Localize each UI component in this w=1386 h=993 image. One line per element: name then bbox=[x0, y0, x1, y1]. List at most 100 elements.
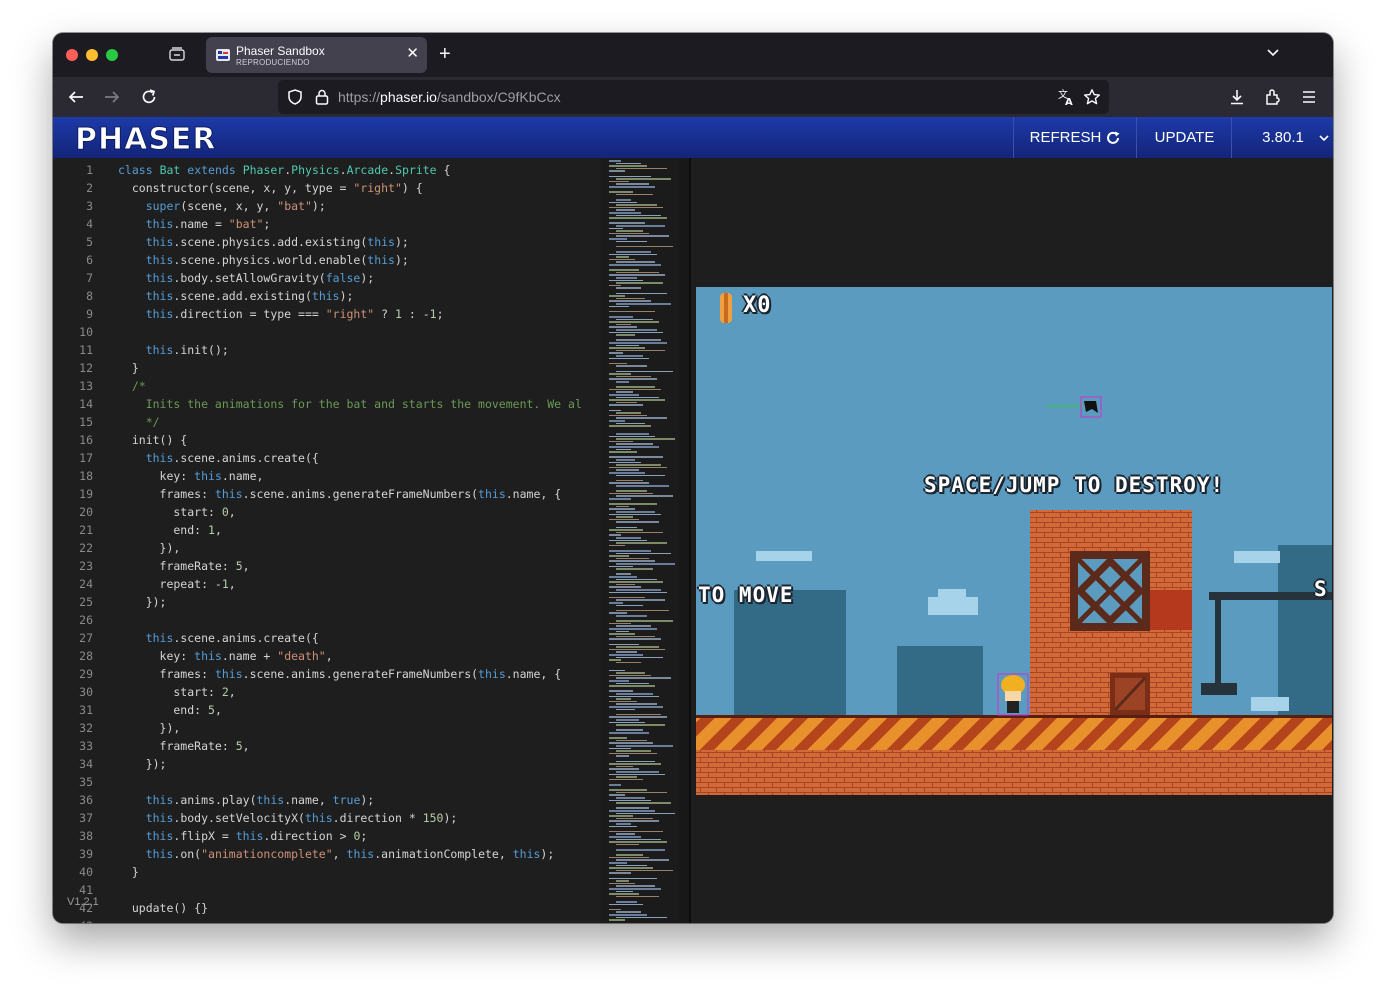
code-line[interactable]: start: 0, bbox=[118, 503, 235, 521]
minimap-line bbox=[616, 672, 645, 674]
move-hint-text: TO MOVE bbox=[698, 583, 794, 607]
tabs-icon[interactable] bbox=[169, 47, 185, 61]
line-number: 12 bbox=[79, 361, 93, 375]
minimap-line bbox=[616, 755, 629, 757]
code-line[interactable]: this.flipX = this.direction > 0; bbox=[118, 827, 368, 845]
code-line[interactable]: repeat: -1, bbox=[118, 575, 236, 593]
line-number: 5 bbox=[86, 235, 93, 249]
code-line[interactable]: } bbox=[118, 863, 139, 881]
code-line[interactable]: Inits the animations for the bat and sta… bbox=[118, 395, 582, 413]
minimap-line bbox=[609, 227, 623, 230]
code-line[interactable]: this.init(); bbox=[118, 341, 229, 359]
close-icon[interactable]: ✕ bbox=[406, 46, 419, 62]
minimap-line bbox=[609, 643, 639, 646]
version-label: 3.80.1 bbox=[1262, 129, 1304, 146]
minimap-line bbox=[616, 708, 635, 711]
minimap-line bbox=[609, 659, 621, 661]
code-line[interactable]: this.body.setAllowGravity(false); bbox=[118, 269, 375, 287]
plus-icon[interactable]: + bbox=[439, 43, 451, 65]
reload-icon[interactable] bbox=[139, 87, 159, 107]
code-line[interactable]: this.scene.anims.create({ bbox=[118, 449, 319, 467]
url-bar[interactable]: https://phaser.io/sandbox/C9fKbCcx 文 A bbox=[278, 80, 1109, 114]
code-line[interactable]: frames: this.scene.anims.generateFrameNu… bbox=[118, 665, 562, 683]
tab-phaser-sandbox[interactable]: Phaser Sandbox REPRODUCIENDO ✕ bbox=[206, 37, 427, 73]
code-line[interactable]: this.on("animationcomplete", this.animat… bbox=[118, 845, 555, 863]
code-line[interactable]: class Bat extends Phaser.Physics.Arcade.… bbox=[118, 161, 450, 179]
code-line[interactable]: this.scene.anims.create({ bbox=[118, 629, 319, 647]
minimap-line bbox=[616, 713, 661, 716]
phaser-header: PHASER REFRESH UPDATE 3.80.1 bbox=[53, 117, 1333, 158]
minimap-line bbox=[609, 316, 633, 318]
code-editor[interactable]: 1 2 3 4 5 6 7 8 9 10 11 12 13 14 15 16 17 18 19 20 21 22 23 24 2… bbox=[53, 158, 601, 923]
maximize-window-button[interactable] bbox=[106, 49, 118, 61]
code-line[interactable]: this.scene.add.existing(this); bbox=[118, 287, 354, 305]
game-canvas[interactable]: X0 SPACE/JUMP TO DESTROY! TO MOVE S bbox=[696, 287, 1332, 795]
minimap-line bbox=[609, 160, 621, 162]
code-minimap[interactable] bbox=[601, 158, 679, 923]
code-line[interactable]: this.name = "bat"; bbox=[118, 215, 271, 233]
code-line[interactable]: start: 2, bbox=[118, 683, 235, 701]
minimap-line bbox=[616, 625, 651, 627]
minimap-line bbox=[609, 503, 657, 505]
minimap-line bbox=[609, 232, 649, 235]
code-line[interactable]: frames: this.scene.anims.generateFrameNu… bbox=[118, 485, 562, 503]
code-area[interactable]: class Bat extends Phaser.Physics.Arcade.… bbox=[118, 158, 601, 923]
minimap-line bbox=[609, 409, 621, 412]
minimize-window-button[interactable] bbox=[86, 49, 98, 61]
forward-arrow-icon[interactable] bbox=[102, 87, 122, 107]
minimap-line bbox=[616, 739, 647, 742]
code-line[interactable]: this.direction = type === "right" ? 1 : … bbox=[118, 305, 444, 323]
shield-icon[interactable] bbox=[286, 88, 304, 106]
code-line[interactable]: end: 5, bbox=[118, 701, 222, 719]
minimap-line bbox=[616, 797, 645, 799]
back-arrow-icon[interactable] bbox=[66, 87, 86, 107]
code-line[interactable]: update() {} bbox=[118, 899, 208, 917]
lock-icon[interactable] bbox=[314, 88, 330, 106]
code-line[interactable]: }); bbox=[118, 593, 167, 611]
extensions-icon[interactable] bbox=[1263, 87, 1283, 107]
chevron-down-icon[interactable] bbox=[1265, 45, 1281, 61]
minimap-line bbox=[609, 706, 663, 708]
code-line[interactable]: /* bbox=[118, 377, 146, 395]
code-line[interactable]: */ bbox=[118, 413, 160, 431]
update-label: UPDATE bbox=[1154, 129, 1215, 146]
refresh-button[interactable]: REFRESH bbox=[1013, 117, 1137, 158]
minimap-line bbox=[609, 877, 657, 880]
update-button[interactable]: UPDATE bbox=[1136, 117, 1232, 158]
menu-icon[interactable] bbox=[1299, 87, 1319, 107]
code-line[interactable]: }), bbox=[118, 719, 181, 737]
code-line[interactable]: init() { bbox=[118, 431, 187, 449]
code-line[interactable]: key: this.name, bbox=[118, 467, 264, 485]
download-icon[interactable] bbox=[1227, 87, 1247, 107]
code-line[interactable]: this.anims.play(this.name, true); bbox=[118, 791, 375, 809]
url-text[interactable]: https://phaser.io/sandbox/C9fKbCcx bbox=[338, 89, 561, 105]
star-icon[interactable] bbox=[1083, 88, 1101, 106]
code-line[interactable]: constructor(scene, x, y, type = "right")… bbox=[118, 179, 423, 197]
close-window-button[interactable] bbox=[66, 49, 78, 61]
code-line[interactable]: this.scene.physics.add.existing(this); bbox=[118, 233, 409, 251]
code-line[interactable]: this.scene.physics.world.enable(this); bbox=[118, 251, 409, 269]
minimap-line bbox=[616, 391, 633, 393]
version-select[interactable]: 3.80.1 bbox=[1231, 117, 1333, 158]
code-line[interactable]: }); bbox=[118, 755, 167, 773]
phaser-logo[interactable]: PHASER bbox=[73, 121, 223, 156]
line-number: 35 bbox=[79, 775, 93, 789]
code-line[interactable]: this.body.setVelocityX(this.direction * … bbox=[118, 809, 458, 827]
minimap-line bbox=[616, 282, 663, 284]
code-line[interactable]: super(scene, x, y, "bat"); bbox=[118, 197, 326, 215]
minimap-line bbox=[616, 370, 673, 373]
code-line[interactable]: frameRate: 5, bbox=[118, 737, 250, 755]
translate-icon[interactable]: 文 A bbox=[1057, 88, 1075, 106]
code-line[interactable]: key: this.name + "death", bbox=[118, 647, 333, 665]
minimap-line bbox=[616, 823, 631, 825]
code-line[interactable]: }), bbox=[118, 539, 181, 557]
minimap-line bbox=[609, 321, 659, 323]
minimap-line bbox=[609, 674, 651, 677]
minimap-line bbox=[616, 901, 637, 903]
code-line[interactable]: frameRate: 5, bbox=[118, 557, 250, 575]
minimap-line bbox=[609, 648, 665, 651]
line-number: 6 bbox=[86, 253, 93, 267]
code-line[interactable]: end: 1, bbox=[118, 521, 222, 539]
line-number: 17 bbox=[79, 451, 93, 465]
code-line[interactable]: } bbox=[118, 359, 139, 377]
